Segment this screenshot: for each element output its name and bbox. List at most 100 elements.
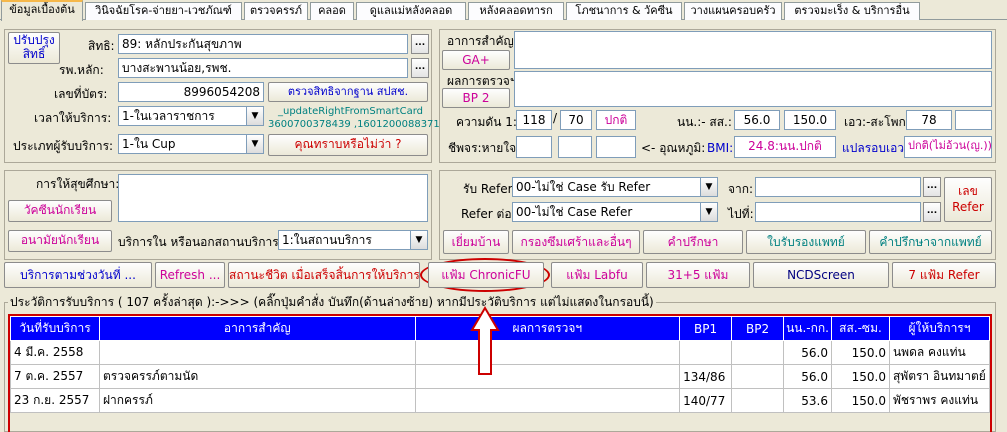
files-31-button[interactable]: 31+5 แฟ้ม bbox=[646, 262, 750, 288]
tab-family-planning[interactable]: วางแผนครอบครัว bbox=[684, 2, 782, 20]
symptom-textarea[interactable] bbox=[514, 31, 992, 69]
refer-number-label-1: เลข bbox=[958, 184, 978, 198]
cell-weight: 56.0 bbox=[783, 364, 832, 389]
cell-symptom bbox=[98, 340, 416, 365]
type-select[interactable]: 1-ใน Cup bbox=[118, 134, 264, 154]
bp-slash: / bbox=[553, 111, 558, 125]
refer-number-label-2: Refer bbox=[952, 200, 984, 214]
col-date[interactable]: วันที่รับบริการ bbox=[10, 316, 100, 341]
files-7-refer-button[interactable]: 7 แฟ้ม Refer bbox=[892, 262, 996, 288]
chevron-down-icon[interactable]: ▼ bbox=[246, 134, 264, 154]
chevron-down-icon[interactable]: ▼ bbox=[700, 202, 718, 222]
cell-date: 4 มี.ค. 2558 bbox=[10, 340, 100, 365]
tab-nutrition-vaccine[interactable]: โภชนาการ & วัคซีน bbox=[566, 2, 682, 20]
height-field[interactable]: 150.0 bbox=[784, 110, 836, 130]
hosp-ellipsis-button[interactable]: ... bbox=[411, 58, 429, 78]
cell-symptom: ตรวจครรภ์ตามนัด bbox=[98, 364, 416, 389]
result-label: ผลการตรวจฯ: bbox=[447, 74, 521, 88]
chevron-down-icon[interactable]: ▼ bbox=[410, 230, 428, 250]
col-bp1[interactable]: BP1 bbox=[679, 316, 733, 341]
pulse-field[interactable] bbox=[516, 136, 552, 158]
weight-field[interactable]: 56.0 bbox=[734, 110, 780, 130]
cell-provider: สุพัตรา อินทมาตย์ bbox=[888, 364, 991, 389]
right-label: สิทธิ: bbox=[88, 39, 115, 53]
refer-in-select[interactable]: 00-ไม่ใช่ Case รับ Refer bbox=[512, 177, 718, 197]
type-label: ประเภทผู้รับบริการ: bbox=[13, 139, 114, 153]
tab-anc[interactable]: ตรวจครรภ์ bbox=[244, 2, 308, 20]
refresh-button[interactable]: Refresh ... bbox=[155, 262, 225, 288]
waist-field[interactable]: 78 bbox=[906, 110, 952, 130]
chevron-down-icon[interactable]: ▼ bbox=[246, 106, 264, 126]
table-row[interactable]: 4 มี.ค. 2558 56.0 150.0 นพดล คงแท่น bbox=[10, 340, 991, 365]
col-bp2[interactable]: BP2 bbox=[731, 316, 785, 341]
cell-bp2 bbox=[731, 364, 785, 389]
place-select[interactable]: 1:ในสถานบริการ bbox=[278, 230, 428, 250]
refer-in-label: รับ Refer: bbox=[463, 182, 517, 196]
refer-out-label: Refer ต่อ: bbox=[461, 207, 516, 221]
health-ed-label: การให้สุขศึกษา: bbox=[36, 177, 120, 191]
depression-screen-button[interactable]: กรองซึมเศร้าและอื่นๆ bbox=[512, 230, 640, 254]
col-height[interactable]: สส.-ซม. bbox=[831, 316, 890, 341]
school-health-button[interactable]: อนามัยนักเรียน bbox=[8, 230, 112, 252]
smartcard-ids: 3600700378439 ,1601200088371 bbox=[268, 119, 440, 130]
health-ed-textarea[interactable] bbox=[118, 174, 428, 222]
col-result[interactable]: ผลการตรวจฯ bbox=[414, 316, 681, 341]
cell-date: 7 ต.ค. 2557 bbox=[10, 364, 100, 389]
right-ellipsis-button[interactable]: ... bbox=[411, 34, 429, 54]
consult-button[interactable]: คำปรึกษา bbox=[643, 230, 743, 254]
ncd-screen-button[interactable]: NCDScreen bbox=[753, 262, 889, 288]
bp2-button[interactable]: BP 2 bbox=[442, 88, 510, 108]
service-by-date-button[interactable]: บริการตามช่วงวันที่ ... bbox=[4, 262, 152, 288]
tab-delivery[interactable]: คลอด bbox=[310, 2, 354, 20]
ga-button[interactable]: GA+ bbox=[442, 50, 510, 70]
annotation-arrow-icon bbox=[470, 306, 500, 375]
cell-weight: 56.0 bbox=[783, 340, 832, 365]
right-field[interactable]: 89: หลักประกันสุขภาพ bbox=[118, 34, 408, 54]
refer-to-ellipsis-button[interactable]: ... bbox=[923, 202, 941, 222]
student-vaccine-button[interactable]: วัคซีนนักเรียน bbox=[8, 200, 112, 222]
tab-cancer-screening[interactable]: ตรวจมะเร็ง & บริการอื่น bbox=[784, 2, 920, 20]
life-status-button[interactable]: สถานะชีวิต เมื่อเสร็จสิ้นการให้บริการ bbox=[228, 262, 420, 288]
refer-from-field[interactable] bbox=[755, 177, 921, 197]
refer-number-button[interactable]: เลข Refer bbox=[944, 177, 992, 222]
tab-postnatal-mother[interactable]: ดูแลแม่หลังคลอด bbox=[356, 2, 466, 20]
symptom-label: อาการสำคัญ: bbox=[447, 34, 518, 48]
tab-basic-info[interactable]: ข้อมูลเบื้องต้น bbox=[1, 0, 83, 21]
update-right-label-2: สิทธิ์ bbox=[22, 47, 46, 61]
respiration-field[interactable] bbox=[558, 136, 592, 158]
col-provider[interactable]: ผู้ให้บริการฯ bbox=[888, 316, 991, 341]
update-right-button[interactable]: ปรับปรุง สิทธิ์ bbox=[8, 32, 60, 64]
result-textarea[interactable] bbox=[514, 71, 992, 107]
doctor-consult-button[interactable]: คำปรึกษาจากแพทย์ bbox=[869, 230, 992, 254]
labfu-button[interactable]: แฟ้ม Labfu bbox=[551, 262, 643, 288]
hosp-label: รพ.หลัก: bbox=[59, 63, 104, 77]
refer-to-field[interactable] bbox=[755, 202, 921, 222]
time-select[interactable]: 1-ในเวลาราชการ bbox=[118, 106, 264, 126]
table-row[interactable]: 23 ก.ย. 2557 ฝากครรภ์ 140/77 53.6 150.0 … bbox=[10, 388, 991, 413]
weight-label: นน.:- สส.: bbox=[677, 115, 732, 129]
refer-from-ellipsis-button[interactable]: ... bbox=[923, 177, 941, 197]
cell-height: 150.0 bbox=[831, 340, 890, 365]
home-visit-button[interactable]: เยี่ยมบ้าน bbox=[443, 230, 509, 254]
medical-cert-button[interactable]: ใบรับรองแพทย์ bbox=[746, 230, 866, 254]
tab-postnatal-baby[interactable]: หลังคลอดทารก bbox=[468, 2, 564, 20]
bp-systolic-field[interactable]: 118 bbox=[516, 110, 552, 130]
cell-provider: พัชราพร คงแท่น bbox=[888, 388, 991, 413]
col-weight[interactable]: นน.-กก. bbox=[783, 316, 832, 341]
check-right-button[interactable]: ตรวจสิทธิจากฐาน สปสช. bbox=[268, 82, 428, 102]
card-number-field[interactable]: 8996054208 bbox=[118, 82, 264, 102]
refer-to-label: ไปที่: bbox=[728, 207, 754, 221]
hip-field[interactable] bbox=[955, 110, 992, 130]
bp-diastolic-field[interactable]: 70 bbox=[560, 110, 592, 130]
hosp-field[interactable]: บางสะพานน้อย,รพช. bbox=[118, 58, 408, 78]
col-symptom[interactable]: อาการสำคัญ bbox=[98, 316, 416, 341]
chevron-down-icon[interactable]: ▼ bbox=[700, 177, 718, 197]
temperature-field[interactable] bbox=[596, 136, 636, 158]
cell-height: 150.0 bbox=[831, 364, 890, 389]
did-you-know-button[interactable]: คุณทราบหรือไม่ว่า ? bbox=[268, 134, 428, 156]
refer-out-select[interactable]: 00-ไม่ใช่ Case Refer bbox=[512, 202, 718, 222]
temp-label: <- อุณหภูมิ: bbox=[641, 141, 706, 155]
table-row[interactable]: 7 ต.ค. 2557 ตรวจครรภ์ตามนัด 134/86 56.0 … bbox=[10, 364, 991, 389]
chronic-fu-button[interactable]: แฟ้ม ChronicFU bbox=[428, 262, 544, 288]
tab-diagnosis[interactable]: วินิจฉัยโรค-จ่ายยา-เวชภัณฑ์ bbox=[85, 2, 242, 20]
